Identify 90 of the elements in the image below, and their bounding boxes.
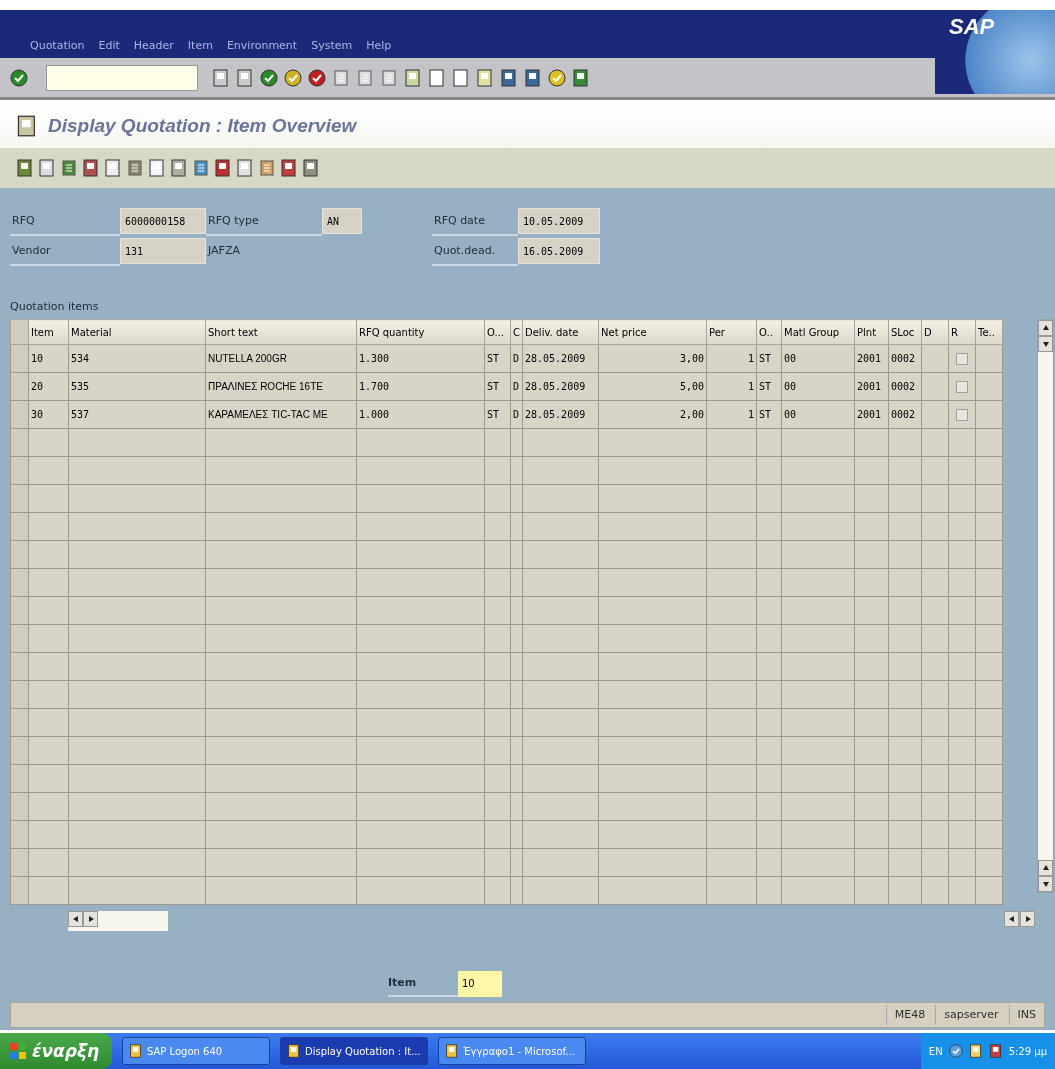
triangle-down-icon (1040, 339, 1051, 349)
column-header[interactable]: Item (28, 319, 69, 345)
window-icon (287, 1044, 301, 1058)
windows-flag-icon (10, 1043, 26, 1059)
toolbar-icon[interactable] (302, 159, 320, 177)
field-value: AN (322, 208, 362, 234)
column-header[interactable]: SLoc (888, 319, 922, 345)
toolbar-icon[interactable] (82, 159, 100, 177)
column-header[interactable]: Matl Group (781, 319, 855, 345)
table-cell: 534 (68, 344, 206, 373)
start-button[interactable]: έναρξη (0, 1033, 112, 1069)
server-name: sapserver (935, 1005, 1007, 1025)
section-label: Quotation items (10, 300, 100, 313)
column-header[interactable]: Material (68, 319, 206, 345)
column-header[interactable]: R (948, 319, 976, 345)
column-header[interactable]: Te.. (975, 319, 1003, 345)
field-value: 10.05.2009 (518, 208, 600, 234)
table-cell: NUTELLA 200GR (205, 344, 357, 373)
table-cell: ΠΡΑΛΙΝΕΣ ROCHE 16TE (205, 372, 357, 401)
transaction-code: ME48 (885, 1005, 934, 1025)
checkbox[interactable] (956, 352, 968, 365)
enter-icon[interactable] (10, 68, 28, 87)
column-header[interactable]: RFQ quantity (356, 319, 485, 345)
table-cell: ΚΑΡΑΜΕΛΕΣ TIC-TAC ME (205, 400, 357, 429)
menu-item[interactable]: Item (187, 39, 213, 52)
toolbar-icon[interactable] (170, 159, 188, 177)
table-cell: 00 (781, 344, 855, 373)
tray-icon[interactable] (988, 1044, 1003, 1058)
horizontal-scrollbar[interactable] (68, 911, 168, 931)
item-field[interactable]: 10 (458, 971, 502, 997)
scroll-left-button[interactable] (1004, 911, 1019, 927)
screen-title: Display Quotation : Item Overview (48, 115, 357, 137)
scroll-up-button[interactable] (1038, 320, 1053, 336)
column-header[interactable]: O.. (756, 319, 782, 345)
vendor-name: JAFZA (206, 243, 241, 259)
table-cell: 28.05.2009 (522, 400, 599, 429)
taskbar-button[interactable]: Display Quotation : It... (280, 1037, 428, 1065)
table-cell: 1.300 (356, 344, 485, 373)
column-header[interactable]: Per (706, 319, 757, 345)
column-header[interactable]: O... (484, 319, 511, 345)
triangle-down-icon (1040, 879, 1051, 889)
table-cell: 3,00 (598, 344, 707, 373)
checkbox[interactable] (956, 408, 968, 421)
field-value: 6000000158 (120, 208, 206, 234)
menu-item[interactable]: System (311, 39, 353, 52)
menu-item[interactable]: Environment (226, 39, 298, 52)
tray-icon[interactable] (968, 1044, 983, 1058)
window-icon (129, 1044, 143, 1058)
column-header[interactable]: Short text (205, 319, 357, 345)
toolbar-icon[interactable] (16, 159, 34, 177)
toolbar-icon[interactable] (214, 159, 232, 177)
table-cell: 00 (781, 372, 855, 401)
scroll-right-button[interactable] (83, 911, 98, 927)
table-cell: 535 (68, 372, 206, 401)
command-field[interactable] (46, 64, 198, 91)
enter-icon[interactable] (260, 68, 278, 87)
input-mode: INS (1008, 1005, 1044, 1025)
field-value: 131 (120, 238, 206, 264)
table-cell: 5,00 (598, 372, 707, 401)
column-header[interactable]: Net price (598, 319, 707, 345)
scroll-up-button[interactable] (1038, 860, 1053, 876)
menu-item[interactable]: Quotation (30, 39, 85, 52)
table-cell: 1.700 (356, 372, 485, 401)
menu-item[interactable]: Header (133, 39, 174, 52)
table-cell: 00 (781, 400, 855, 429)
table-cell: 2,00 (598, 400, 707, 429)
clock: 5:29 μμ (1008, 1045, 1047, 1057)
checkbox[interactable] (956, 380, 968, 393)
toolbar-icon[interactable] (60, 159, 78, 177)
menu-item[interactable]: Edit (98, 39, 120, 52)
table-cell: 28.05.2009 (522, 344, 599, 373)
tray-icon[interactable] (948, 1044, 963, 1058)
toolbar-icon[interactable] (280, 159, 298, 177)
window-icon (445, 1044, 459, 1058)
scroll-down-button[interactable] (1038, 876, 1053, 892)
vertical-scrollbar[interactable] (1037, 319, 1054, 893)
scroll-right-button[interactable] (1020, 911, 1035, 927)
scroll-left-button[interactable] (68, 911, 83, 927)
table-cell: 28.05.2009 (522, 372, 599, 401)
scroll-down-button[interactable] (1038, 336, 1053, 352)
table-cell: 1.000 (356, 400, 485, 429)
table-cell: 537 (68, 400, 206, 429)
field-value: 16.05.2009 (518, 238, 600, 264)
logo-text: SAP (949, 14, 995, 40)
menu-item[interactable]: Help (366, 39, 392, 52)
column-header[interactable]: Plnt (854, 319, 889, 345)
column-header[interactable]: Deliv. date (522, 319, 599, 345)
triangle-up-icon (1040, 323, 1051, 333)
column-header[interactable]: D (921, 319, 949, 345)
triangle-up-icon (1040, 863, 1051, 873)
